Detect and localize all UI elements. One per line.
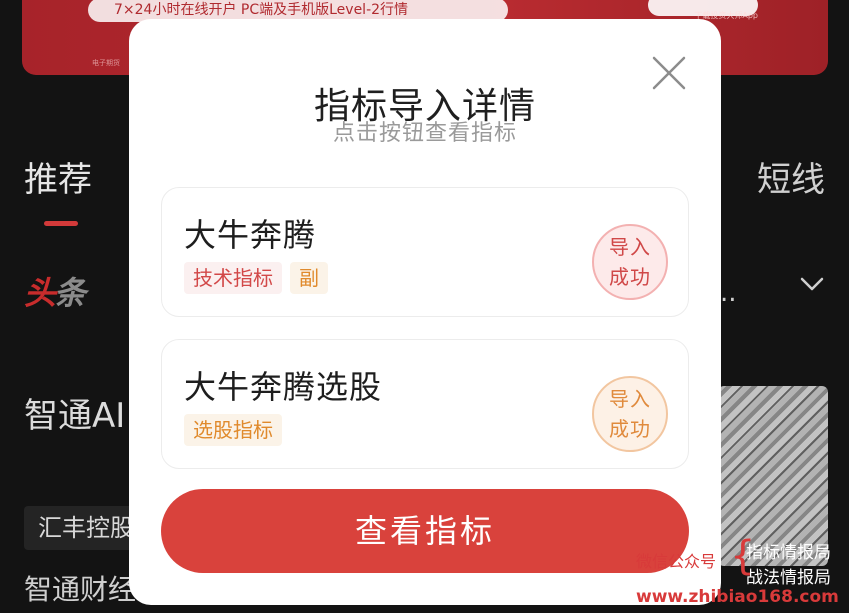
chevron-down-icon[interactable] xyxy=(800,272,824,296)
close-icon[interactable] xyxy=(649,53,689,93)
view-indicators-button[interactable]: 查看指标 xyxy=(161,489,689,573)
indicator-tags: 技术指标 副 xyxy=(184,262,328,294)
headline-logo-prefix: 头 xyxy=(24,274,56,312)
promo-banner-footnote: 电子期货 xyxy=(92,59,120,67)
stamp-line-1: 导入 xyxy=(609,387,651,411)
tab-recommend[interactable]: 推荐 xyxy=(24,152,92,201)
import-details-dialog: 指标导入详情 点击按钮查看指标 大牛奔腾 技术指标 副 导入 成功 大牛奔腾选股… xyxy=(129,19,721,605)
news-title[interactable]: 智通AI xyxy=(24,388,125,437)
app-screen: 7×24小时在线开户 PC端及手机版Level-2行情 下载投资大师App 电子… xyxy=(0,0,849,613)
news-source: 智通财经 xyxy=(24,573,137,606)
indicator-type-tag: 选股指标 xyxy=(184,414,282,446)
indicator-position-tag: 副 xyxy=(290,262,328,294)
stamp-line-1: 导入 xyxy=(609,235,651,259)
watermark-account-label: 微信公众号 xyxy=(636,552,717,571)
indicator-type-tag: 技术指标 xyxy=(184,262,282,294)
indicator-name: 大牛奔腾 xyxy=(184,216,317,254)
watermark-url: www.zhibiao168.com xyxy=(636,587,839,607)
indicator-tags: 选股指标 xyxy=(184,414,282,446)
stock-tag[interactable]: 汇丰控股 xyxy=(24,506,144,550)
indicator-name: 大牛奔腾选股 xyxy=(184,368,383,406)
headline-logo-suffix: 条 xyxy=(54,274,86,312)
dialog-subtitle: 点击按钮查看指标 xyxy=(332,121,517,146)
headline-ellipsis: .. xyxy=(720,278,737,308)
active-tab-indicator xyxy=(44,221,78,226)
watermark-line-1: 指标情报局 xyxy=(746,543,831,563)
tab-short-term[interactable]: 短线 xyxy=(757,152,825,201)
import-success-stamp: 导入 成功 xyxy=(592,376,668,452)
indicator-card[interactable]: 大牛奔腾 技术指标 副 导入 成功 xyxy=(161,187,689,317)
headline-logo: 头条 xyxy=(24,268,86,314)
stamp-line-2: 成功 xyxy=(609,417,651,441)
indicator-card[interactable]: 大牛奔腾选股 选股指标 导入 成功 xyxy=(161,339,689,469)
import-success-stamp: 导入 成功 xyxy=(592,224,668,300)
watermark-line-2: 战法情报局 xyxy=(746,568,831,588)
stamp-line-2: 成功 xyxy=(609,265,651,289)
